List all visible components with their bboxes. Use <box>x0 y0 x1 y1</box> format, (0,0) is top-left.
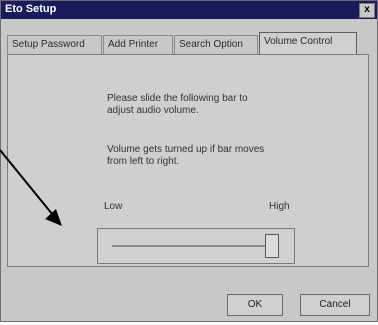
tab-add-printer[interactable]: Add Printer <box>103 35 173 54</box>
instruction-text: Please slide the following bar to adjust… <box>107 93 248 116</box>
high-label: High <box>269 201 290 212</box>
slider-track <box>112 245 278 247</box>
ok-button[interactable]: OK <box>227 294 283 316</box>
tab-search-option[interactable]: Search Option <box>174 35 258 54</box>
cancel-button[interactable]: Cancel <box>300 294 370 316</box>
pointer-arrow-annotation <box>0 149 62 226</box>
close-button[interactable]: x <box>359 3 375 18</box>
tab-volume-control[interactable]: Volume Control <box>259 32 357 55</box>
arrow-head <box>45 209 62 226</box>
volume-slider[interactable] <box>97 228 295 264</box>
arrow-shaft <box>0 149 58 221</box>
volume-note-text: Volume gets turned up if bar moves from … <box>107 144 265 167</box>
slider-thumb[interactable] <box>264 234 279 258</box>
